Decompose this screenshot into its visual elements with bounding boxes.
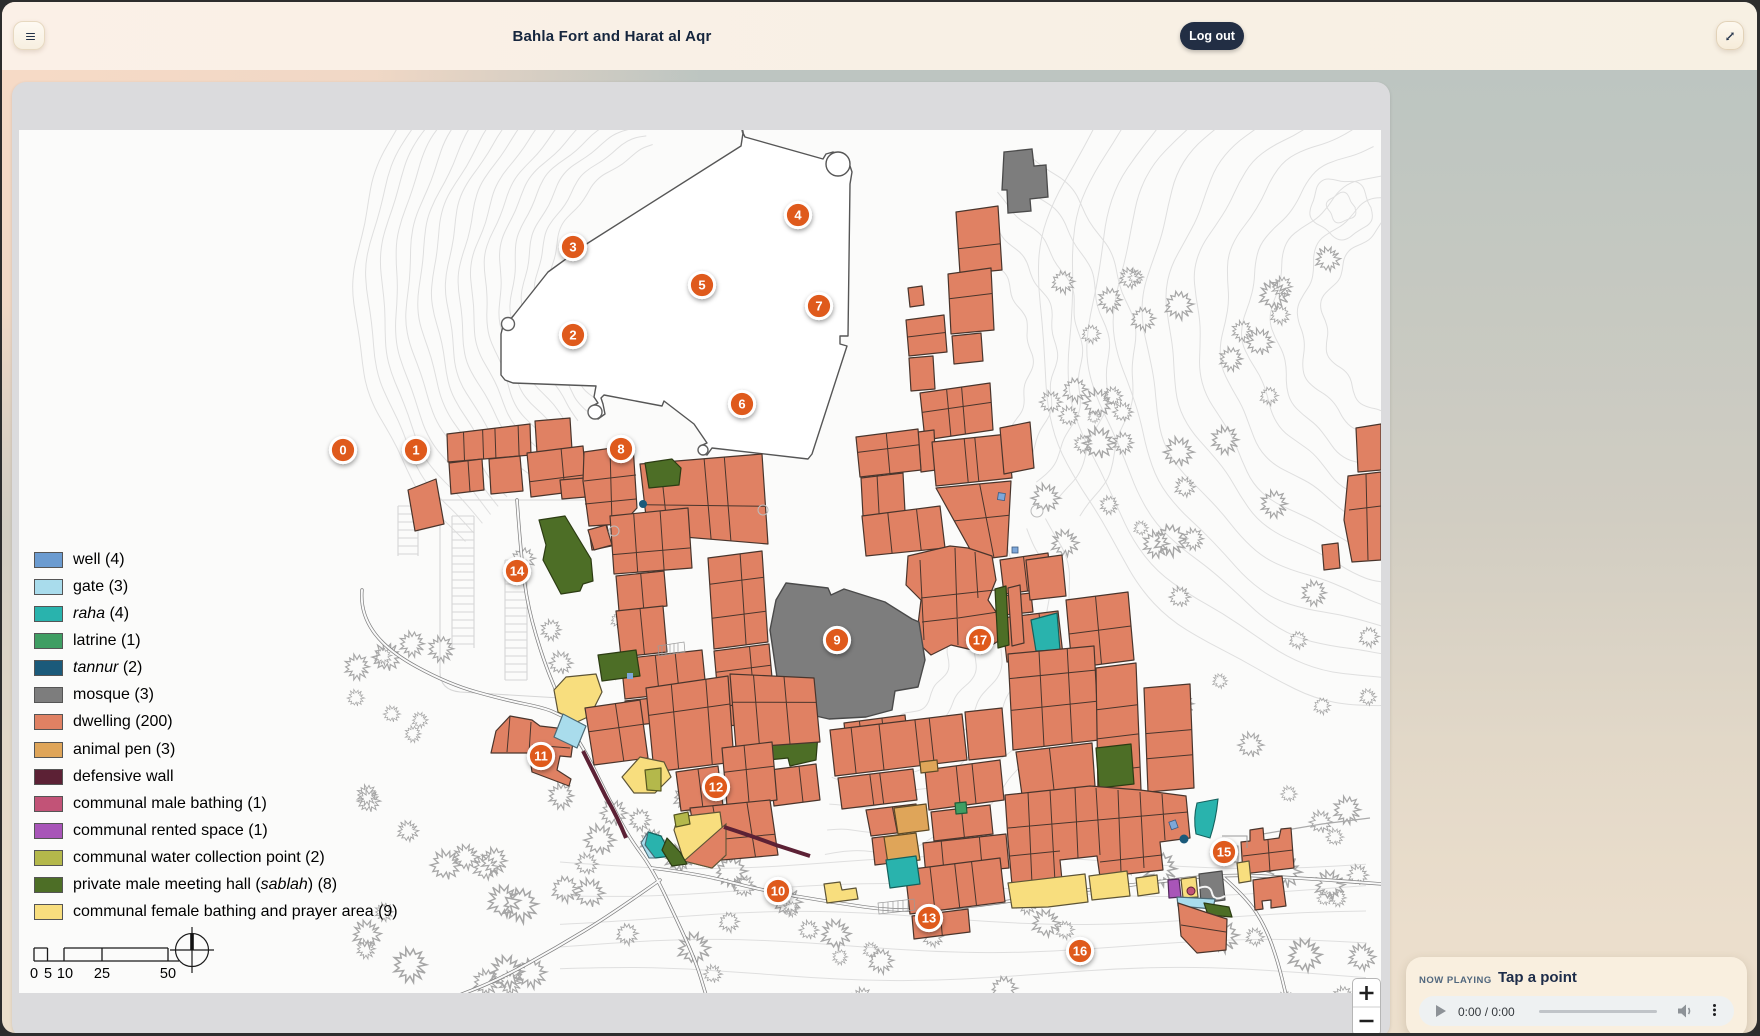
svg-text:6: 6	[738, 397, 745, 412]
svg-text:0: 0	[30, 966, 38, 982]
svg-text:9: 9	[833, 633, 840, 648]
svg-text:5: 5	[698, 278, 705, 293]
svg-text:3: 3	[569, 240, 576, 255]
svg-text:0: 0	[339, 443, 346, 458]
svg-text:11: 11	[534, 749, 548, 764]
svg-text:12: 12	[709, 780, 723, 795]
svg-text:50: 50	[160, 966, 176, 982]
svg-text:13: 13	[922, 911, 936, 926]
svg-text:14: 14	[510, 564, 525, 579]
svg-text:2: 2	[569, 328, 576, 343]
svg-text:7: 7	[815, 299, 822, 314]
svg-text:10: 10	[771, 884, 785, 899]
svg-text:4: 4	[794, 208, 802, 223]
svg-text:15: 15	[1217, 845, 1231, 860]
svg-text:17: 17	[973, 633, 987, 648]
svg-text:10: 10	[57, 966, 73, 982]
svg-text:5: 5	[44, 966, 52, 982]
svg-text:25: 25	[94, 966, 110, 982]
svg-text:1: 1	[412, 443, 419, 458]
svg-text:8: 8	[617, 442, 624, 457]
svg-text:16: 16	[1073, 944, 1087, 959]
